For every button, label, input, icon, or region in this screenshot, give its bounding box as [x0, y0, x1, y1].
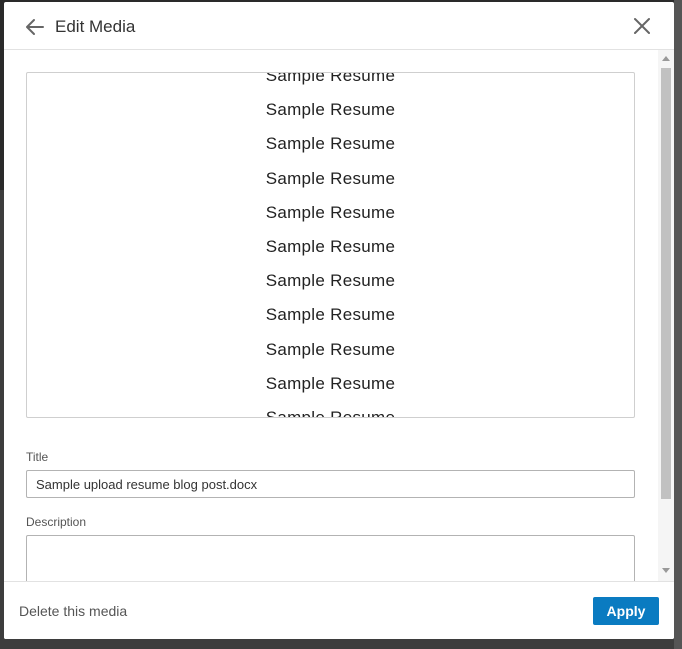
- delete-media-link[interactable]: Delete this media: [19, 603, 127, 619]
- description-input[interactable]: [26, 535, 635, 581]
- title-input[interactable]: [26, 470, 635, 498]
- preview-line: Sample Resume: [265, 373, 396, 393]
- page-backdrop-edge: [674, 0, 682, 649]
- scrollbar-thumb[interactable]: [661, 68, 671, 499]
- scroll-up-arrow-icon[interactable]: [662, 56, 670, 61]
- preview-line: Sample Resume: [265, 202, 396, 222]
- preview-line: Sample Resume: [265, 236, 396, 256]
- dialog-content: Sample Resume Sample Resume Sample Resume S…: [4, 50, 674, 581]
- preview-line: Sample Resume: [265, 407, 396, 418]
- preview-line: Sample Resume: [265, 134, 396, 154]
- dialog-title: Edit Media: [55, 17, 136, 36]
- edit-media-dialog: Edit Media Sample Resume Sample Resume Sam…: [4, 2, 674, 639]
- preview-line: Sample Resume: [265, 339, 396, 359]
- apply-button[interactable]: Apply: [593, 597, 659, 625]
- scroll-down-arrow-icon[interactable]: [662, 568, 670, 573]
- back-button[interactable]: [24, 16, 46, 38]
- content-scrollbar[interactable]: [658, 50, 674, 581]
- description-label: Description: [26, 515, 87, 529]
- close-button[interactable]: [630, 14, 654, 38]
- dialog-header: Edit Media: [4, 2, 674, 50]
- close-icon: [634, 18, 650, 34]
- preview-text-lines: Sample Resume Sample Resume Sample Resume S…: [27, 72, 634, 418]
- preview-line: Sample Resume: [265, 168, 396, 188]
- title-label: Title: [26, 450, 49, 464]
- arrow-left-icon: [26, 19, 44, 35]
- document-preview: Sample Resume Sample Resume Sample Resume S…: [26, 72, 635, 418]
- dialog-footer: Delete this media Apply: [4, 581, 674, 639]
- preview-line: Sample Resume: [265, 100, 396, 120]
- preview-line: Sample Resume: [265, 72, 396, 85]
- preview-line: Sample Resume: [265, 271, 396, 291]
- preview-line: Sample Resume: [265, 305, 396, 325]
